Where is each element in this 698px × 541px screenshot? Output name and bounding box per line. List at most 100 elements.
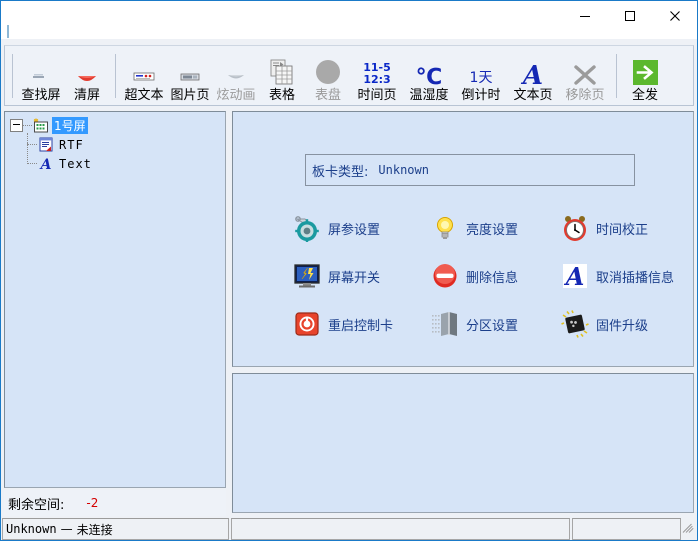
rtf-page-icon [37,136,55,153]
button-label: 屏参设置 [328,222,381,238]
button-label: 固件升级 [596,318,649,334]
find-screen-icon [21,58,61,88]
tree-connector [28,162,37,165]
tree-row[interactable]: RTF [5,133,225,154]
screen-tree-panel[interactable]: 1号屏 RTF A Text [4,111,226,488]
tree-connector [23,124,32,127]
button-label: 屏幕开关 [328,270,381,286]
toolbar-button-text-page[interactable]: A 文本页 [507,49,559,105]
toolbar-button-find-screen[interactable]: 查找屏 [18,49,64,105]
toolbar-label: 超文本 [124,88,164,103]
time-page-icon: 11-5 12:3 [357,58,397,88]
resize-grip[interactable] [682,518,696,540]
cancel-insert-icon: A [561,262,589,290]
temperature-humidity-icon: ℃ [409,58,449,88]
text-caret [7,25,9,38]
toolbar-label: 温湿度 [409,88,449,103]
button-restart-card[interactable]: 重启控制卡 [293,300,431,348]
tree-connector [28,143,37,146]
toolbar-button-remove-page[interactable]: 移除页 [559,49,611,105]
table-icon [262,58,302,88]
status-bar: Unknown — 未连接 [2,518,696,540]
tree-expander-icon[interactable] [10,119,23,132]
brightness-icon [431,214,459,242]
toolbar-label: 时间页 [357,88,397,103]
screen-params-icon [293,214,321,242]
toolbar-button-clear-screen[interactable]: 清屏 [64,49,110,105]
toolbar-label: 表格 [268,88,295,103]
firmware-upgrade-icon [561,310,589,338]
toolbar-button-countdown[interactable]: 1天 倒计时 [455,49,507,105]
button-brightness[interactable]: 亮度设置 [431,204,561,252]
toolbar-button-time-page[interactable]: 11-5 12:3 时间页 [351,49,403,105]
countdown-icon: 1天 [461,58,501,88]
remaining-space-bar: 剩余空间: -2 [4,490,226,516]
tree-row[interactable]: A Text [5,143,225,173]
toolbar-label: 图片页 [170,88,210,103]
tree-row[interactable]: 1号屏 [5,116,225,135]
toolbar-button-dial[interactable]: 表盘 [305,49,351,105]
toolbar-label: 全发 [631,88,658,103]
close-button[interactable] [652,1,697,31]
button-label: 重启控制卡 [328,318,394,334]
card-type-box: 板卡类型: Unknown [305,154,635,186]
device-control-panel: 板卡类型: Unknown 屏参设置 亮度设置 时间校正 屏幕开关 删除信息 A… [232,111,694,367]
svg-text:1天: 1天 [470,70,493,86]
toolbar-button-hypertext[interactable]: 超文本 [121,49,167,105]
partition-icon [431,310,459,338]
tree-item-label-root[interactable]: 1号屏 [52,117,88,134]
card-type-label: 板卡类型: [312,164,369,180]
restart-card-icon [293,310,321,338]
toolbar-button-send-all[interactable]: 全发 [622,49,668,105]
screen-icon [32,117,50,134]
time-correction-icon [561,214,589,242]
toolbar-separator-2 [616,54,617,98]
text-page-icon: A [513,58,553,88]
button-label: 取消插播信息 [596,270,675,286]
main-toolbar: 查找屏 清屏 超文本 图片页 炫动画 表格 表盘 11-5 12:3 时间页 ℃… [4,45,694,106]
minimize-button[interactable] [562,1,607,31]
toolbar-button-table[interactable]: 表格 [259,49,305,105]
button-firmware-upgrade[interactable]: 固件升级 [561,300,691,348]
svg-text:A: A [39,157,52,172]
toolbar-button-animation[interactable]: 炫动画 [213,49,259,105]
hypertext-icon [124,58,164,88]
maximize-button[interactable] [607,1,652,31]
card-type-value: Unknown [378,163,429,177]
animation-icon [216,58,256,88]
clear-screen-icon [67,58,107,88]
toolbar-label: 表盘 [314,88,341,103]
tree-item-label-text[interactable]: Text [57,157,94,171]
svg-text:A: A [520,61,543,88]
status-connection-text: 未连接 [76,522,113,537]
action-button-grid: 屏参设置 亮度设置 时间校正 屏幕开关 删除信息 A 取消插播信息 重启控制卡 … [293,204,683,348]
toolbar-separator-left [12,54,13,98]
button-screen-power[interactable]: 屏幕开关 [293,252,431,300]
button-partition[interactable]: 分区设置 [431,300,561,348]
image-page-icon [170,58,210,88]
delete-info-icon [431,262,459,290]
button-label: 亮度设置 [466,222,519,238]
send-all-icon [625,58,665,88]
button-delete-info[interactable]: 删除信息 [431,252,561,300]
button-label: 分区设置 [466,318,519,334]
toolbar-button-image-page[interactable]: 图片页 [167,49,213,105]
svg-text:A: A [564,262,585,290]
button-label: 删除信息 [466,270,519,286]
toolbar-label: 清屏 [73,88,100,103]
button-time-correction[interactable]: 时间校正 [561,204,691,252]
status-device-name: Unknown [6,522,57,536]
toolbar-separator-1 [115,54,116,98]
application-window: 查找屏 清屏 超文本 图片页 炫动画 表格 表盘 11-5 12:3 时间页 ℃… [0,0,698,541]
button-screen-params[interactable]: 屏参设置 [293,204,431,252]
button-cancel-insert[interactable]: A 取消插播信息 [561,252,691,300]
remaining-space-label: 剩余空间: [8,497,65,513]
remove-page-icon [565,58,605,88]
status-cell-2 [231,518,570,540]
status-connection-cell: Unknown — 未连接 [2,518,230,540]
remaining-space-value: -2 [86,496,99,510]
tree-item-label-rtf[interactable]: RTF [57,138,86,152]
window-controls [562,1,697,31]
toolbar-button-temp-humidity[interactable]: ℃ 温湿度 [403,49,455,105]
status-separator: — [60,522,73,536]
